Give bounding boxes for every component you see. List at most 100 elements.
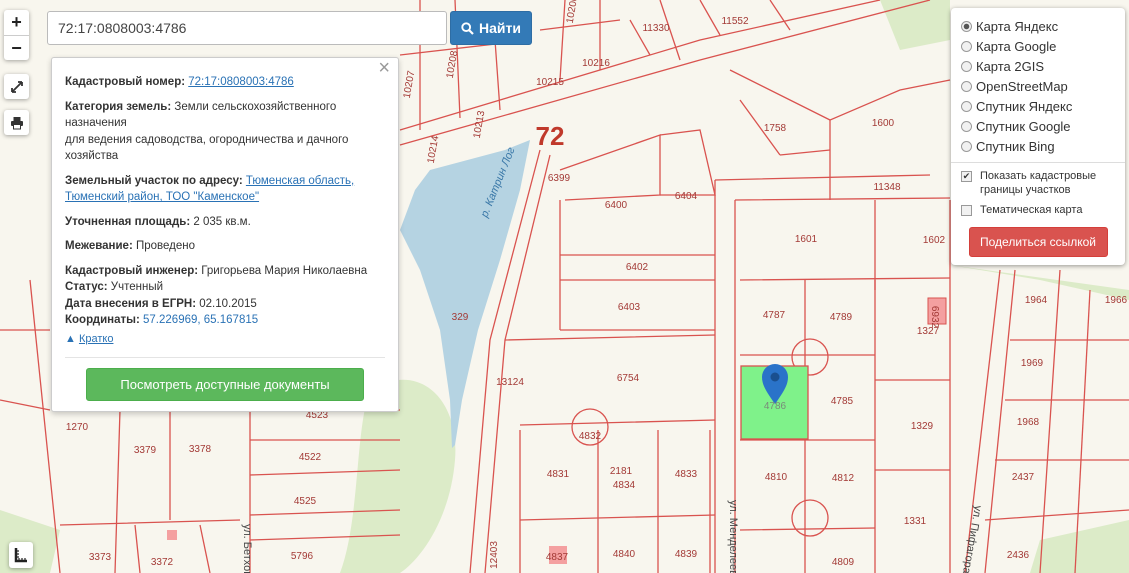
ruler-button[interactable] <box>9 542 33 568</box>
parcel-number[interactable]: 1758 <box>764 123 787 134</box>
radio-icon <box>961 100 972 112</box>
cadastral-number-link[interactable]: 72:17:0808003:4786 <box>188 76 294 88</box>
radio-icon <box>961 60 972 72</box>
cadastral-label: Кадастровый номер: <box>65 76 186 88</box>
layer-option[interactable]: Спутник Яндекс <box>961 96 1115 116</box>
show-borders-label: Показать кадастровые границы участков <box>980 170 1097 196</box>
show-borders-checkbox[interactable]: ✔ Показать кадастровые границы участков <box>961 169 1115 197</box>
parcel-number[interactable]: 4831 <box>547 469 570 480</box>
parcel-number[interactable]: 1966 <box>1105 295 1128 306</box>
parcel-number[interactable]: 1964 <box>1025 295 1048 306</box>
parcel-number[interactable]: 4832 <box>579 431 602 442</box>
zoom-out-button[interactable]: − <box>4 35 29 60</box>
layer-option-label: Спутник Bing <box>976 138 1055 154</box>
parcel-number[interactable]: 4522 <box>299 452 322 463</box>
parcel-number[interactable]: 1329 <box>911 421 934 432</box>
layer-option-label: OpenStreetMap <box>976 78 1068 94</box>
layer-option[interactable]: Спутник Google <box>961 116 1115 136</box>
view-documents-button[interactable]: Посмотреть доступные документы <box>86 368 364 401</box>
parcel-number[interactable]: 6400 <box>605 200 628 211</box>
category-use: для ведения садоводства, огородничества … <box>65 133 349 163</box>
parcel-number[interactable]: 2436 <box>1007 550 1030 561</box>
caret-up-icon: ▲ <box>65 332 76 345</box>
zoom-control: + − <box>4 10 29 60</box>
parcel-number[interactable]: 4839 <box>675 549 698 560</box>
parcel-number[interactable]: 6399 <box>548 173 571 184</box>
parcel-number[interactable]: 6754 <box>617 373 640 384</box>
parcel-number[interactable]: 4833 <box>675 469 698 480</box>
brief-toggle[interactable]: ▲ Кратко <box>65 331 385 348</box>
thematic-map-label: Тематическая карта <box>980 204 1083 216</box>
layer-option-label: Карта Google <box>976 38 1057 54</box>
parcel-number[interactable]: 4840 <box>613 549 636 560</box>
parcel-number[interactable]: 4789 <box>830 312 853 323</box>
search-button[interactable]: Найти <box>450 11 532 45</box>
parcel-number[interactable]: 4525 <box>294 496 317 507</box>
share-link-button[interactable]: Поделиться ссылкой <box>968 227 1108 257</box>
parcel-number[interactable]: 11348 <box>873 182 901 193</box>
radio-icon <box>961 140 972 152</box>
selected-parcel-number[interactable]: 4786 <box>764 401 787 412</box>
parcel-number[interactable]: 11552 <box>721 16 749 27</box>
layer-option-label: Карта Яндекс <box>976 18 1059 34</box>
layer-option-label: Спутник Яндекс <box>976 98 1073 114</box>
parcel-number[interactable]: 3379 <box>134 445 157 456</box>
parcel-number[interactable]: 4787 <box>763 310 786 321</box>
layer-option[interactable]: OpenStreetMap <box>961 76 1115 96</box>
parcel-number[interactable]: 13124 <box>496 377 524 388</box>
parcel-number[interactable]: 4812 <box>832 473 855 484</box>
layer-option[interactable]: Карта Google <box>961 36 1115 56</box>
parcel-number[interactable]: 1968 <box>1017 417 1040 428</box>
fullscreen-button[interactable] <box>4 74 29 99</box>
parcel-number[interactable]: 2181 <box>610 466 633 477</box>
status-label: Статус: <box>65 281 108 293</box>
parcel-number[interactable]: 1600 <box>872 118 895 129</box>
fullscreen-icon <box>10 80 23 93</box>
parcel-number[interactable]: 6403 <box>618 302 641 313</box>
search-input[interactable] <box>47 11 447 45</box>
parcel-number[interactable]: 1969 <box>1021 358 1044 369</box>
parcel-number[interactable]: 1331 <box>904 516 927 527</box>
category-label: Категория земель: <box>65 100 172 113</box>
parcel-number[interactable]: 5796 <box>291 551 314 562</box>
parcel-number[interactable]: 3373 <box>89 552 112 563</box>
parcel-info-popup: × Кадастровый номер: 72:17:0808003:4786 … <box>51 57 399 412</box>
layer-option-label: Карта 2GIS <box>976 58 1045 74</box>
layer-divider <box>951 162 1125 163</box>
parcel-number[interactable]: 4810 <box>765 472 788 483</box>
coordinates-label: Координаты: <box>65 314 140 326</box>
parcel-number[interactable]: 3378 <box>189 444 212 455</box>
parcel-number[interactable]: 329 <box>452 312 469 323</box>
coordinates-value[interactable]: 57.226969, 65.167815 <box>143 314 258 326</box>
thematic-map-checkbox[interactable]: Тематическая карта <box>961 203 1115 217</box>
close-icon[interactable]: × <box>378 58 390 77</box>
parcel-number[interactable]: 4809 <box>832 557 855 568</box>
parcel-number[interactable]: 2437 <box>1012 472 1035 483</box>
street-betkhovena: ул. Бетховена <box>241 524 253 573</box>
parcel-number[interactable]: 11330 <box>642 23 670 34</box>
parcel-number[interactable]: 6404 <box>675 191 698 202</box>
parcel-number[interactable]: 4834 <box>613 480 636 491</box>
survey-value: Проведено <box>135 240 196 252</box>
address-label: Земельный участок по адресу: <box>65 174 243 187</box>
engineer-label: Кадастровый инженер: <box>65 264 199 277</box>
parcel-number[interactable]: 10216 <box>582 58 610 69</box>
zoom-in-button[interactable]: + <box>4 10 29 35</box>
print-button[interactable] <box>4 110 29 135</box>
parcel-number[interactable]: 6932 <box>929 306 940 329</box>
parcel-number[interactable]: 12403 <box>489 541 500 569</box>
parcel-number[interactable]: 10215 <box>536 77 564 88</box>
layer-option[interactable]: Карта 2GIS <box>961 56 1115 76</box>
parcel-number[interactable]: 6402 <box>626 262 649 273</box>
area-value: 2 035 кв.м. <box>193 215 251 228</box>
layer-option[interactable]: Спутник Bing <box>961 136 1115 156</box>
parcel-number[interactable]: 4837 <box>546 552 569 563</box>
parcel-number[interactable]: 1601 <box>795 234 818 245</box>
parcel-number[interactable]: 3372 <box>151 557 174 568</box>
parcel-number[interactable]: 1602 <box>923 235 946 246</box>
layer-option[interactable]: Карта Яндекс <box>961 16 1115 36</box>
parcel-number[interactable]: 1270 <box>66 422 89 433</box>
parcel-number[interactable]: 4785 <box>831 396 854 407</box>
survey-label: Межевание: <box>65 240 133 252</box>
radio-selected-icon <box>961 20 972 32</box>
